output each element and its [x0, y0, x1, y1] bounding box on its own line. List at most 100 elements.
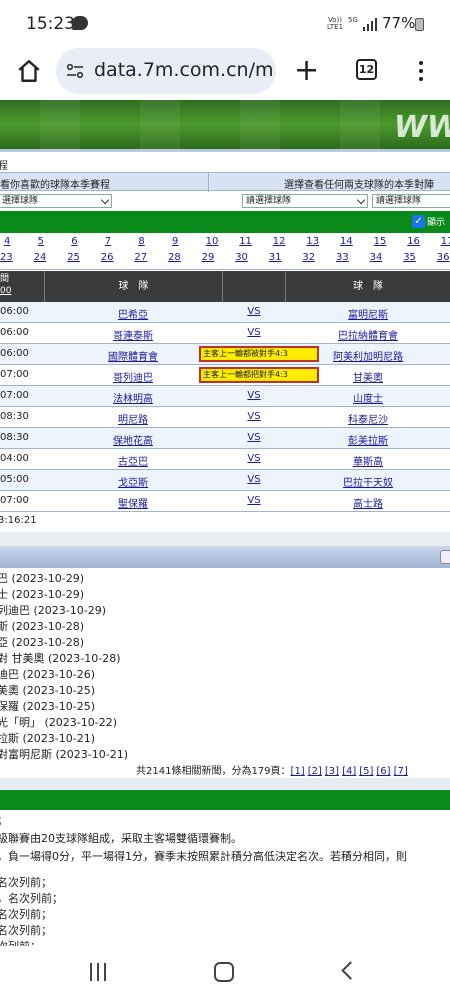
round-link[interactable]: 17: [441, 236, 450, 247]
round-selector: 4 5 6 7 8 9 10 11 12 13 14 15 16 17 23 24 25 26 27 28 29 30 31…: [0, 234, 450, 270]
vs-link[interactable]: VS: [222, 495, 286, 506]
away-team-link[interactable]: 山度士: [286, 390, 450, 405]
round-link[interactable]: 23: [0, 252, 13, 263]
away-team-link[interactable]: 巴拉干天奴: [286, 474, 450, 489]
round-link[interactable]: 36: [437, 252, 450, 263]
round-link[interactable]: 33: [336, 252, 349, 263]
recent-apps-button[interactable]: [90, 963, 108, 981]
page-link[interactable]: [7]: [394, 766, 408, 777]
page-link[interactable]: [4]: [342, 766, 356, 777]
news-item[interactable]: 巴 (2023-10-29): [0, 570, 84, 586]
news-item[interactable]: 列迪巴 (2023-10-29): [0, 602, 106, 618]
match-row: 08:30 保地花高 VS 彭美拉斯: [0, 428, 450, 449]
away-team-link[interactable]: 科泰尼沙: [286, 411, 450, 426]
page-link[interactable]: [5]: [359, 766, 373, 777]
news-list: 巴 (2023-10-29) 士 (2023-10-29) 列迪巴 (2023-10…: [0, 570, 450, 770]
page-link[interactable]: [1]: [291, 766, 305, 777]
round-link[interactable]: 24: [34, 252, 47, 263]
round-link[interactable]: 31: [269, 252, 282, 263]
round-link[interactable]: 6: [71, 236, 77, 247]
round-link[interactable]: 15: [374, 236, 387, 247]
round-link[interactable]: 34: [370, 252, 383, 263]
round-link[interactable]: 11: [239, 236, 252, 247]
round-link[interactable]: 16: [407, 236, 420, 247]
round-link[interactable]: 27: [134, 252, 147, 263]
favorite-team-title: 看你喜歡的球隊本季賽程: [0, 180, 110, 191]
news-item[interactable]: 光「明」 (2023-10-22): [0, 714, 117, 730]
round-link[interactable]: 29: [202, 252, 215, 263]
away-team-link[interactable]: 高士路: [286, 495, 450, 510]
home-icon[interactable]: [16, 58, 42, 84]
rule-line: ；: [0, 812, 8, 828]
round-link[interactable]: 14: [340, 236, 353, 247]
vs-header: [222, 271, 286, 302]
home-team-link[interactable]: 聖保羅: [44, 495, 222, 521]
update-time: 3:16:21: [0, 515, 37, 526]
vs-link[interactable]: VS: [222, 390, 286, 401]
team-b-select[interactable]: 請選擇球隊: [372, 194, 450, 208]
away-team-link[interactable]: 富明尼斯: [286, 306, 450, 321]
round-link[interactable]: 26: [101, 252, 114, 263]
news-item[interactable]: 拉斯 (2023-10-21): [0, 730, 95, 746]
vs-link[interactable]: VS: [222, 306, 286, 317]
vs-link[interactable]: VS: [222, 327, 286, 338]
away-team-link[interactable]: 巴拉納體育會: [286, 327, 450, 342]
round-link[interactable]: 35: [403, 252, 416, 263]
team-a-select[interactable]: 請選擇球隊: [242, 194, 368, 208]
rule-line: 名次列前；: [0, 908, 52, 921]
home-button[interactable]: [214, 962, 234, 982]
away-team-link[interactable]: 彭美拉斯: [286, 432, 450, 447]
news-item[interactable]: 士 (2023-10-29): [0, 586, 84, 602]
round-link[interactable]: 12: [273, 236, 286, 247]
5g-indicator: 5G: [348, 16, 358, 24]
match-row: 06:00 巴希亞 VS 富明尼斯: [0, 302, 450, 323]
page-link[interactable]: [6]: [376, 766, 390, 777]
news-item[interactable]: 對富明尼斯 (2023-10-21): [0, 746, 128, 762]
round-link[interactable]: 8: [138, 236, 144, 247]
round-link[interactable]: 7: [105, 236, 111, 247]
news-item[interactable]: 斯 (2023-10-28): [0, 618, 84, 634]
page-link[interactable]: [3]: [325, 766, 339, 777]
match-time: 06:00: [0, 348, 29, 359]
match-time: 07:00: [0, 369, 29, 380]
away-team-link[interactable]: 華斯高: [286, 453, 450, 468]
vs-link[interactable]: VS: [222, 474, 286, 485]
page-link[interactable]: [2]: [308, 766, 322, 777]
away-team-link[interactable]: 阿美利加明尼路: [286, 348, 450, 363]
rule-line: ，名次列前；: [0, 892, 63, 905]
round-link[interactable]: 5: [38, 236, 44, 247]
news-item[interactable]: 保羅 (2023-10-25): [0, 698, 95, 714]
round-link[interactable]: 13: [306, 236, 319, 247]
news-item[interactable]: 對 甘美奧 (2023-10-28): [0, 650, 121, 666]
site-settings-icon[interactable]: [66, 62, 84, 80]
selector-headers: 看你喜歡的球隊本季賽程 選擇查看任何兩支球隊的本季對陣: [0, 172, 450, 192]
vs-link[interactable]: VS: [222, 432, 286, 443]
news-more-button[interactable]: [440, 550, 450, 564]
news-header: [0, 546, 450, 568]
round-link[interactable]: 4: [4, 236, 10, 247]
round-link[interactable]: 30: [235, 252, 248, 263]
vs-link[interactable]: VS: [222, 453, 286, 464]
favorite-team-select[interactable]: 選擇球隊: [0, 194, 112, 208]
tab-switcher-button[interactable]: 12: [356, 59, 377, 80]
show-checkbox[interactable]: ✓: [412, 215, 425, 228]
round-link[interactable]: 28: [168, 252, 181, 263]
round-link[interactable]: 25: [67, 252, 80, 263]
round-link[interactable]: 9: [172, 236, 178, 247]
schedule-header: 間 00 球 隊 球 隊: [0, 271, 450, 302]
round-link[interactable]: 10: [206, 236, 219, 247]
vs-link[interactable]: VS: [222, 411, 286, 422]
news-item[interactable]: 亞 (2023-10-28): [0, 634, 84, 650]
address-bar[interactable]: data.7m.com.cn/m: [56, 48, 276, 94]
news-item[interactable]: 美奧 (2023-10-25): [0, 682, 95, 698]
new-tab-button[interactable]: +: [294, 56, 319, 86]
match-row: 07:00 聖保羅 VS 高士路: [0, 491, 450, 512]
url-text: data.7m.com.cn/m: [94, 59, 272, 81]
news-item[interactable]: 迪巴 (2023-10-26): [0, 666, 95, 682]
round-link[interactable]: 32: [302, 252, 315, 263]
web-content: WW 程 看你喜歡的球隊本季賽程 選擇查看任何兩支球隊的本季對陣 選擇球隊 請選…: [0, 100, 450, 946]
match-time: 07:00: [0, 495, 29, 506]
away-team-link[interactable]: 甘美奧: [286, 369, 450, 384]
more-menu-icon[interactable]: [418, 58, 424, 84]
back-button[interactable]: [341, 961, 360, 980]
